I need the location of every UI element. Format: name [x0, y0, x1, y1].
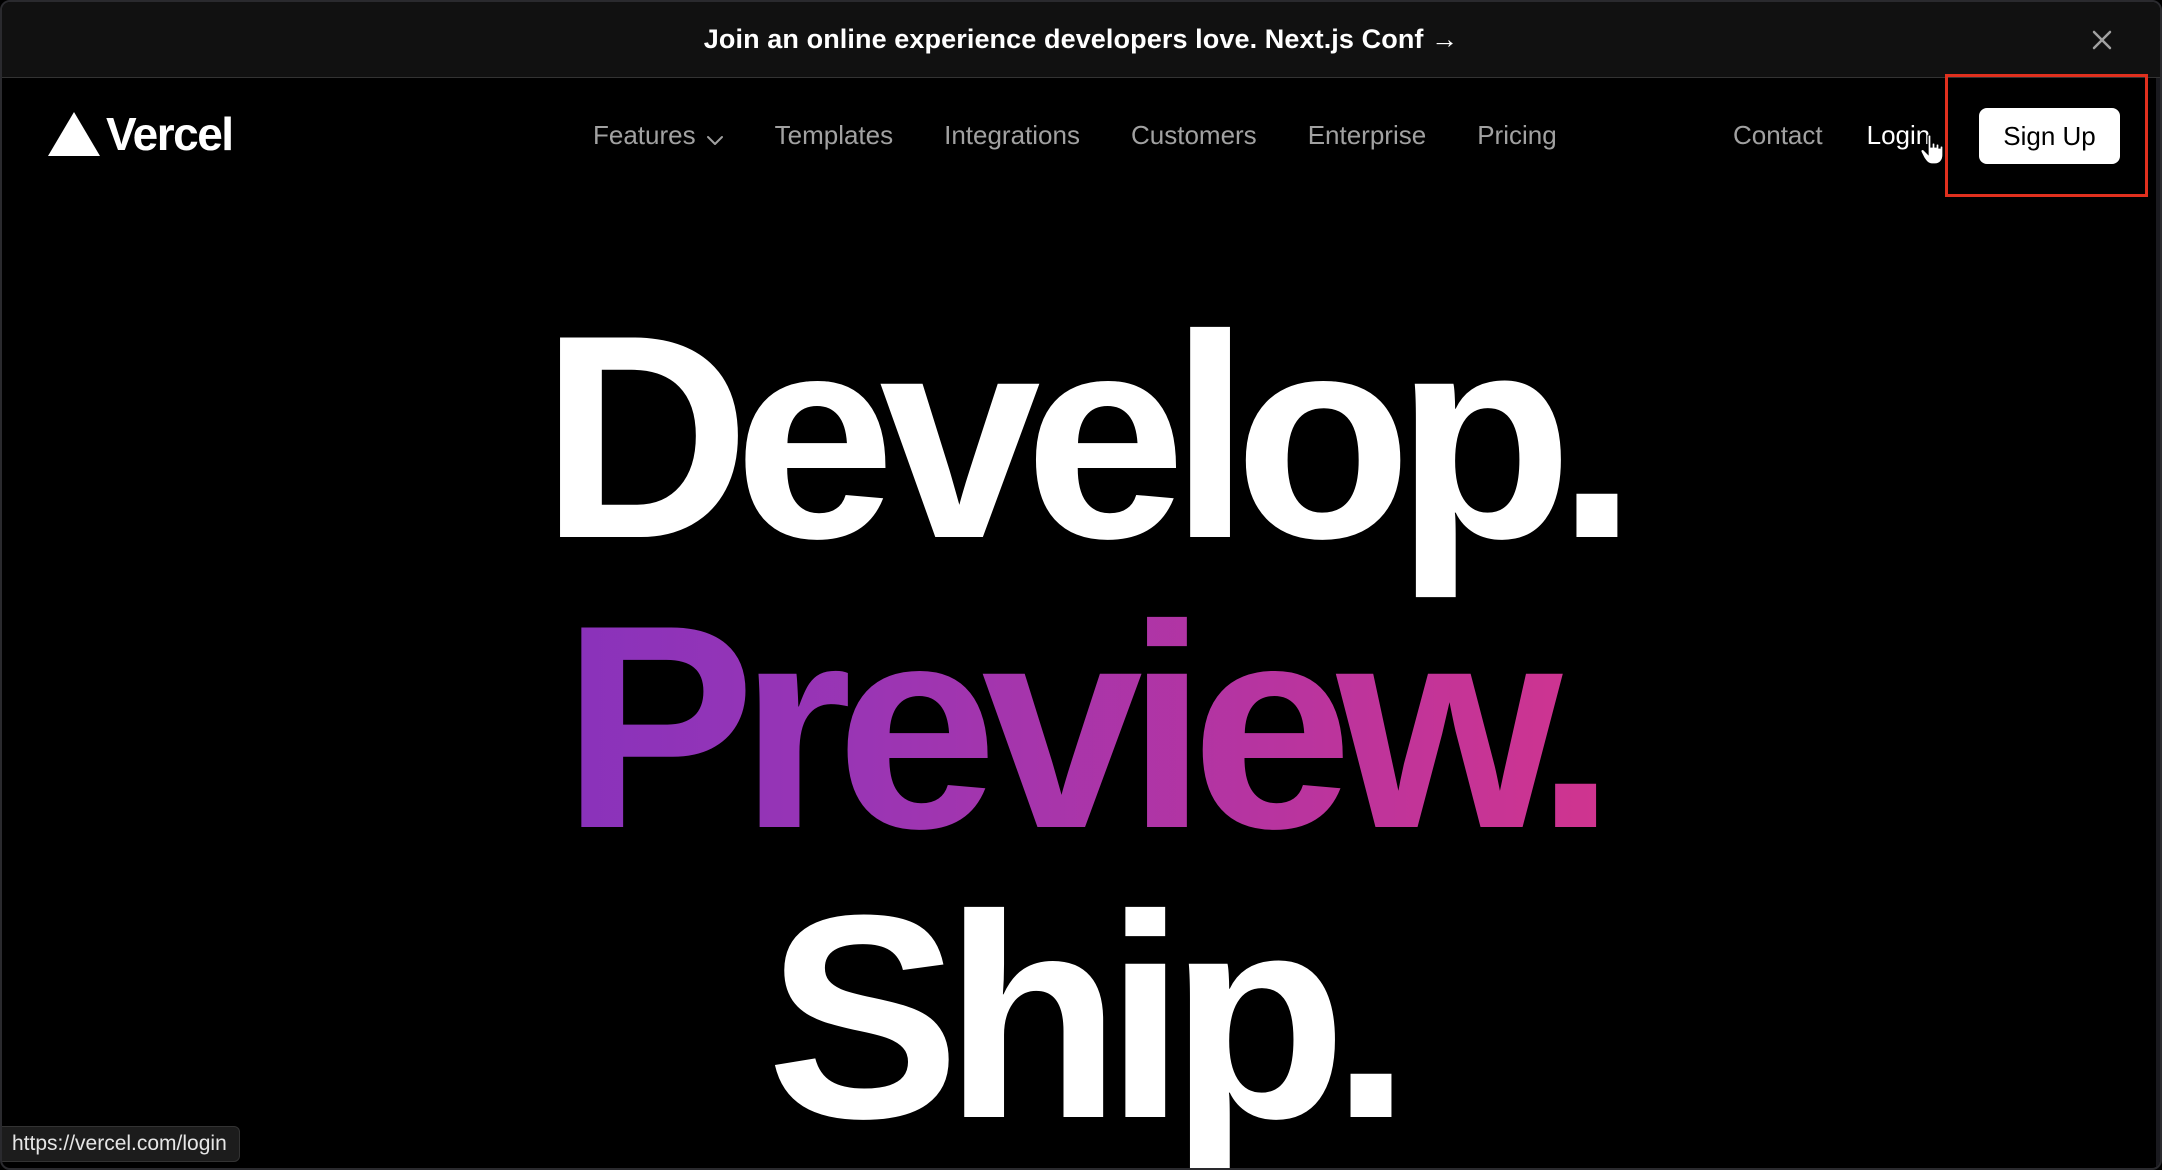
nav-item-features[interactable]: Features [593, 118, 724, 153]
hero-line-preview: Preview. [2, 582, 2160, 872]
nav-item-integrations[interactable]: Integrations [944, 120, 1080, 151]
close-icon[interactable] [2084, 22, 2120, 58]
chevron-down-icon [706, 122, 724, 153]
main-nav: Vercel Features Templates Integrations C… [2, 78, 2160, 192]
hero-line-ship: Ship. [766, 855, 1412, 1170]
nav-item-templates[interactable]: Templates [775, 120, 894, 151]
pointer-cursor-icon [1920, 134, 1946, 171]
vercel-logo[interactable]: Vercel [46, 108, 234, 160]
hero-line-develop: Develop. [540, 275, 1638, 599]
nav-item-label: Features [593, 120, 696, 150]
announcement-banner: Join an online experience developers lov… [2, 2, 2160, 78]
nav-item-pricing[interactable]: Pricing [1477, 120, 1556, 151]
triangle-logo-icon [46, 110, 102, 158]
window-scroll-edge [2156, 78, 2160, 1168]
nav-item-enterprise[interactable]: Enterprise [1308, 120, 1427, 151]
banner-link[interactable]: Join an online experience developers lov… [704, 24, 1458, 55]
status-bar-url: https://vercel.com/login [2, 1126, 240, 1162]
hero-heading: Develop. Preview. Ship. [2, 292, 2160, 1162]
nav-links: Features Templates Integrations Customer… [593, 118, 1557, 153]
sign-up-button[interactable]: Sign Up [1979, 108, 2120, 164]
browser-window: Join an online experience developers lov… [0, 0, 2162, 1170]
contact-link[interactable]: Contact [1733, 120, 1823, 151]
nav-item-customers[interactable]: Customers [1131, 120, 1257, 151]
logo-wordmark: Vercel [106, 108, 234, 160]
